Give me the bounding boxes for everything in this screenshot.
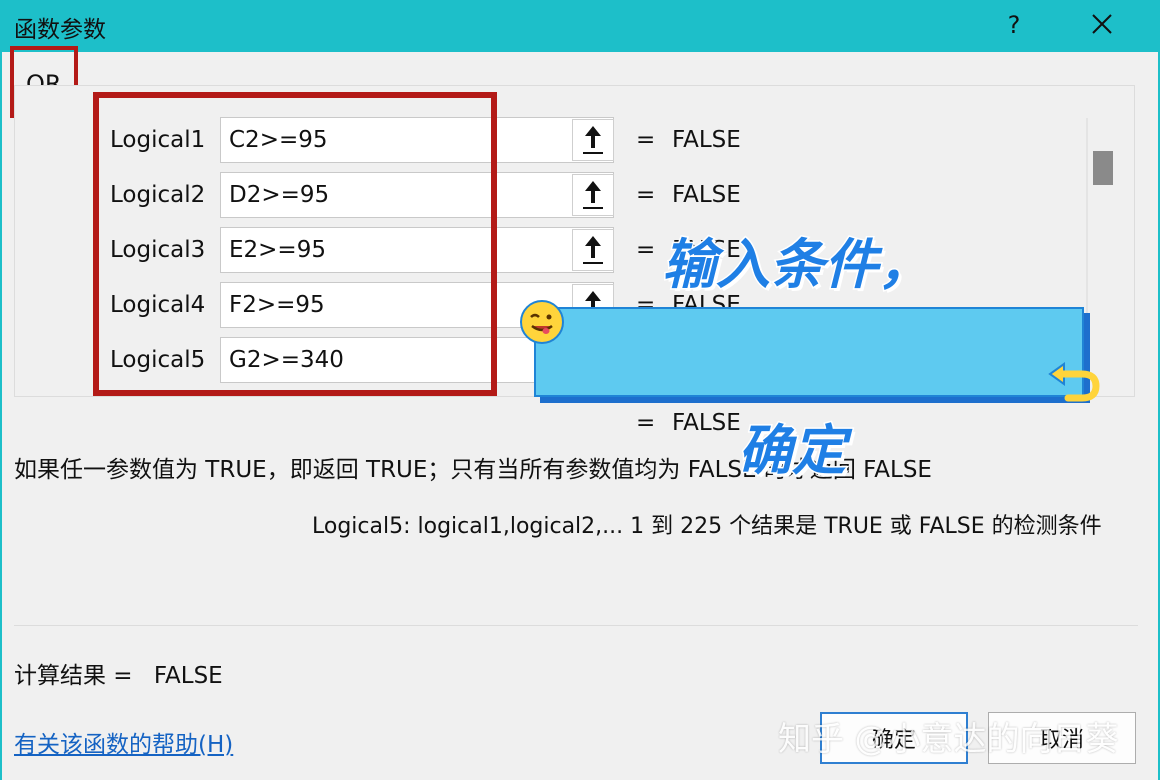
watermark: 知乎 @小意达的向日葵 [778,719,1119,758]
arguments-highlight-box [93,92,497,396]
dialog-title: 函数参数 [14,17,106,43]
smiley-emoji-icon [520,300,564,344]
arg-equals-logical3: = [636,237,656,263]
close-icon [1092,14,1112,34]
callout-banner [534,307,1084,397]
ref-button-logical3[interactable] [572,229,614,271]
callout-text-line2: 确定 [737,418,848,484]
parameter-description: Logical5: logical1,logical2,... 1 到 225 … [312,514,1102,539]
callout-text-line1: 输入条件， [661,232,934,298]
ref-button-logical1[interactable] [572,119,614,161]
calc-result-value: FALSE [153,663,223,689]
arg-equals-logical1: = [636,127,656,153]
ref-button-logical2[interactable] [572,174,614,216]
window-border-left [0,52,2,780]
arg-result-logical2: FALSE [672,182,741,208]
function-help-link[interactable]: 有关该函数的帮助(H) [14,725,233,759]
close-button[interactable] [1082,8,1122,42]
collapse-arrow-icon [583,181,603,209]
return-arrow-icon [1048,362,1100,402]
divider [14,625,1138,626]
dialog-titlebar: 函数参数 ? [0,0,1160,52]
arg-equals-logical5: = [636,410,656,436]
calc-result-label: 计算结果 = [14,663,133,689]
arg-equals-logical2: = [636,182,656,208]
help-button[interactable]: ? [1000,8,1028,42]
arg-result-logical5: FALSE [672,410,741,436]
arg-result-logical1: FALSE [672,127,741,153]
calc-result: 计算结果 = FALSE [14,656,223,690]
collapse-arrow-icon [583,236,603,264]
collapse-arrow-icon [583,126,603,154]
args-scrollbar-thumb[interactable] [1093,151,1113,185]
